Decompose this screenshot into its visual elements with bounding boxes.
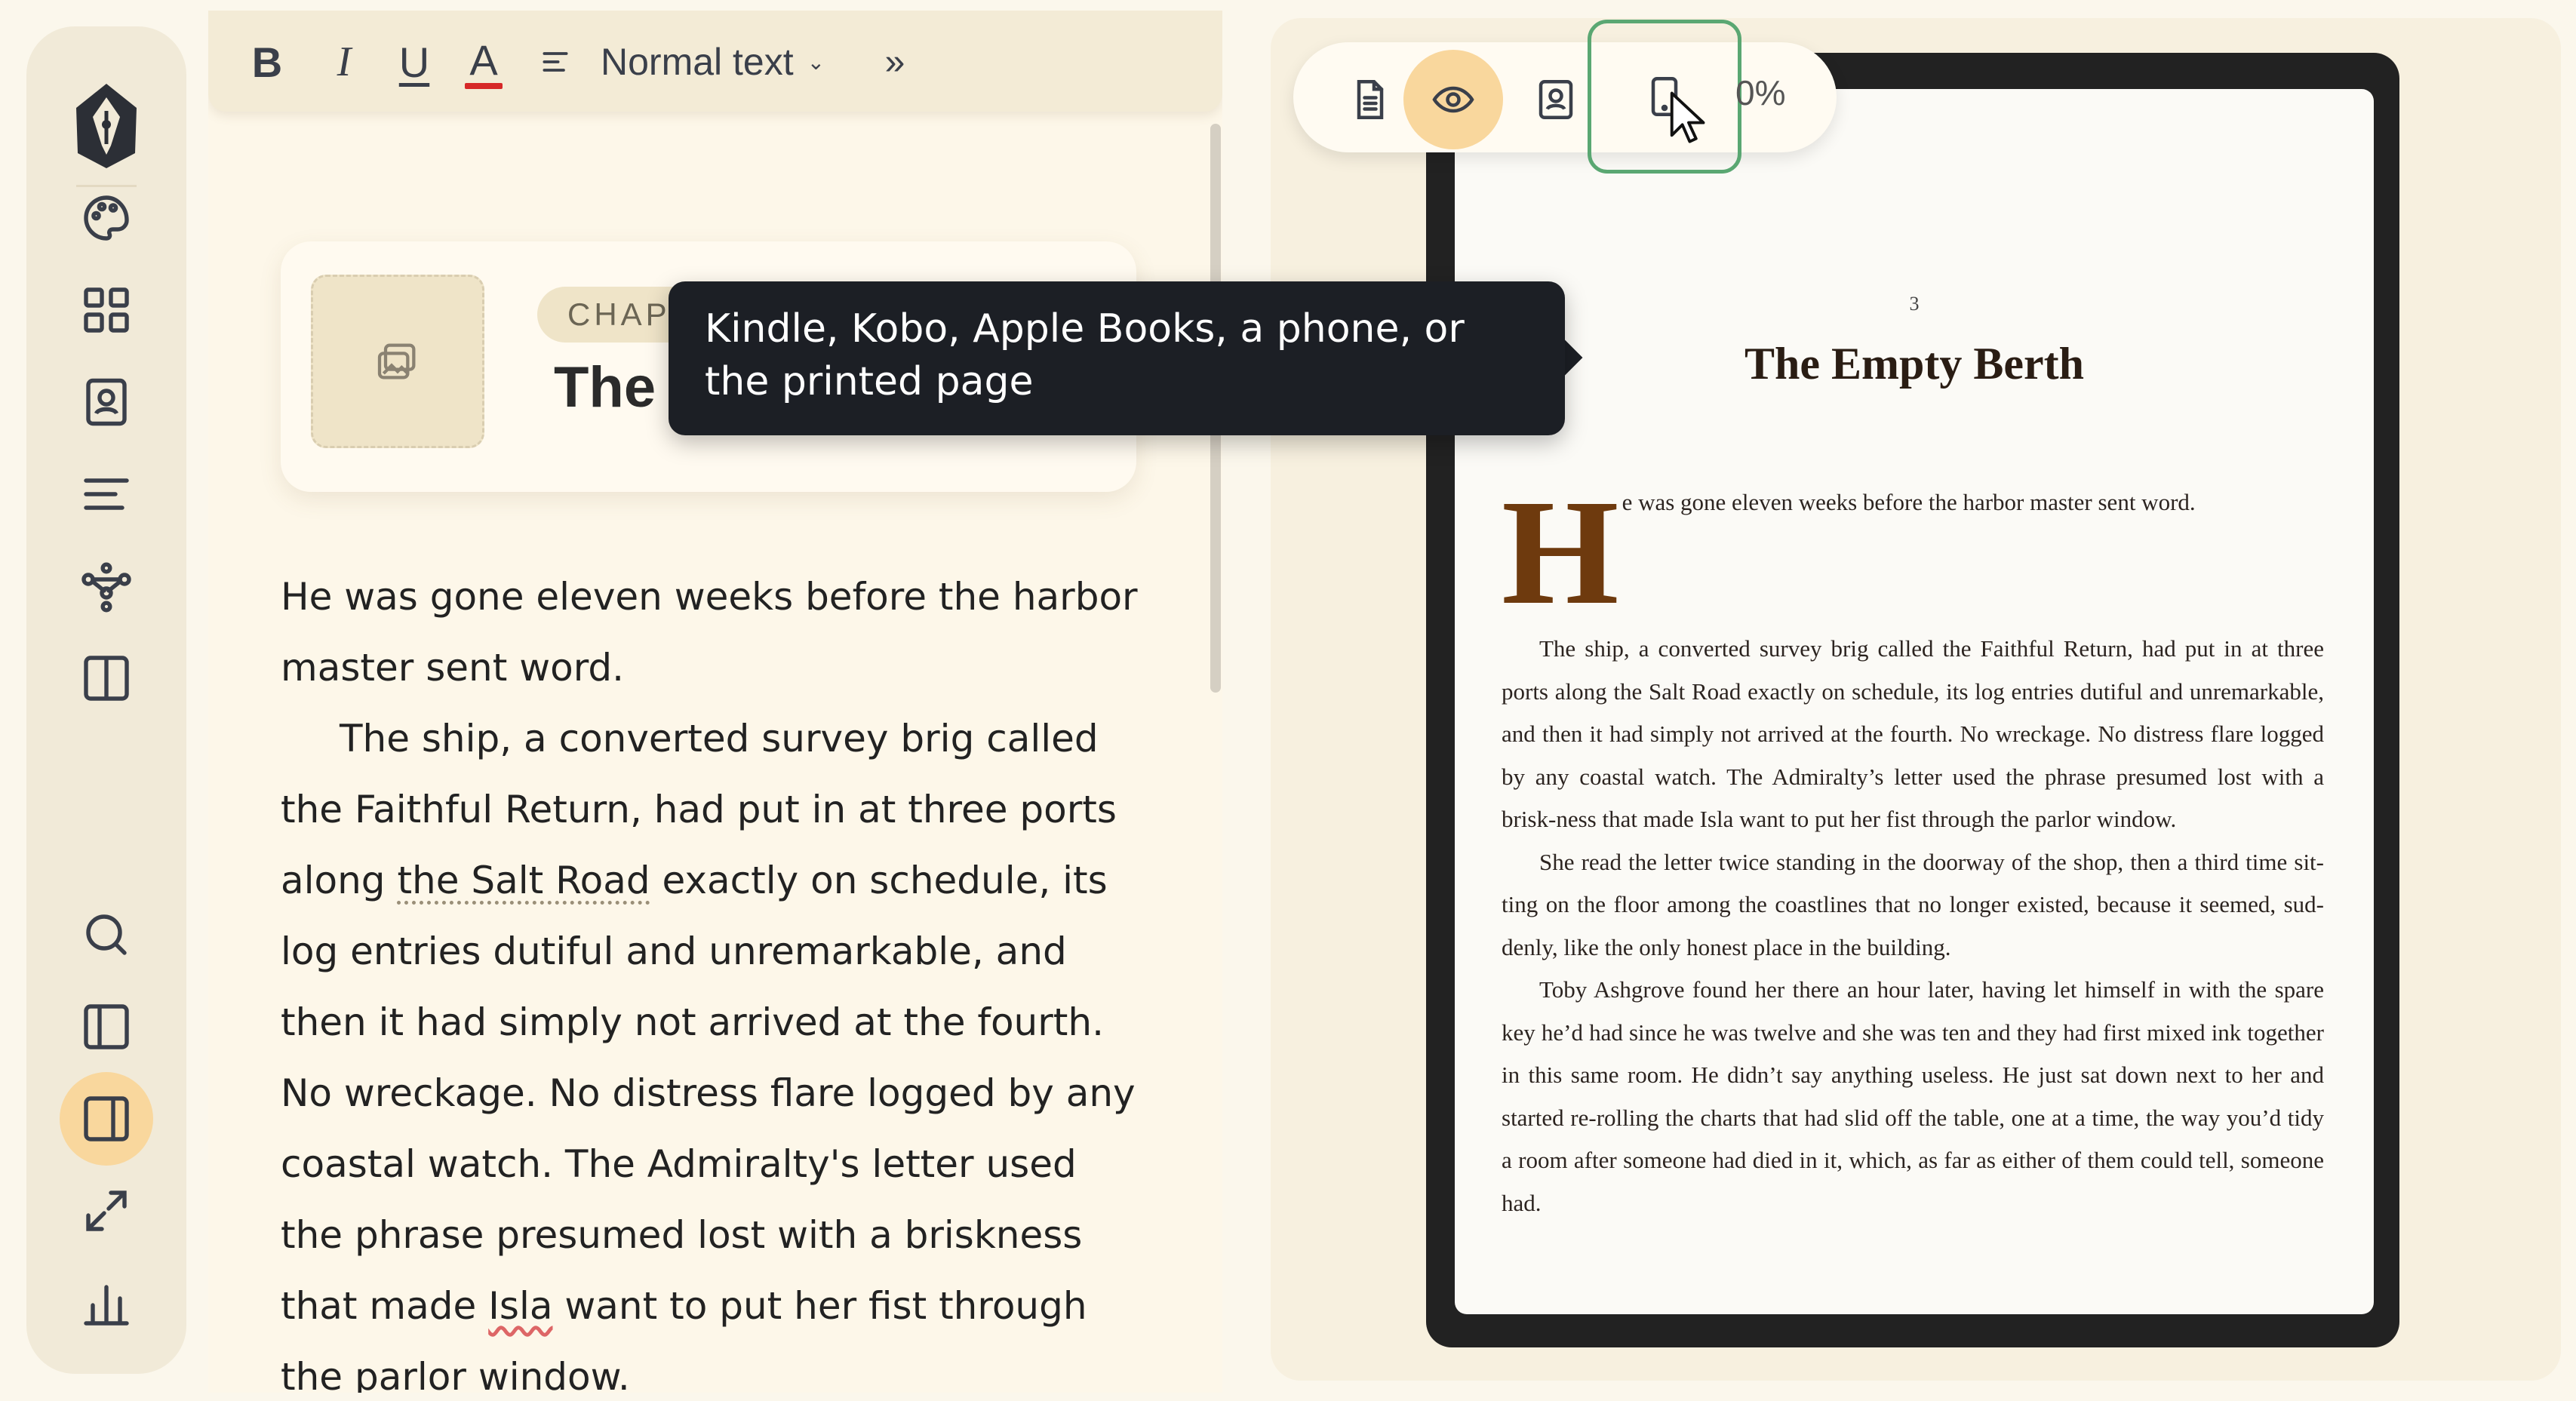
linked-location[interactable]: the Salt Road bbox=[397, 859, 650, 902]
document-icon bbox=[1357, 80, 1384, 119]
workflow-icon bbox=[81, 562, 131, 613]
outline-button[interactable] bbox=[60, 447, 153, 541]
drop-cap: H bbox=[1502, 469, 1619, 636]
editor-paragraph: He was gone eleven weeks before the harb… bbox=[281, 575, 1138, 690]
text-color-swatch bbox=[465, 82, 503, 89]
text-color-label: A bbox=[469, 35, 498, 84]
zoom-level: 0% bbox=[1735, 73, 1786, 112]
text-color-button[interactable]: A bbox=[457, 35, 510, 89]
search-button[interactable] bbox=[60, 888, 153, 982]
add-image-icon bbox=[377, 343, 416, 379]
split-view-button[interactable] bbox=[60, 1072, 153, 1166]
stats-icon bbox=[84, 1285, 129, 1326]
page-number: 3 bbox=[1909, 293, 1920, 315]
preview-chapter-title: The Empty Berth bbox=[1744, 339, 2084, 389]
preview-paragraph: He was gone eleven weeks before the harb… bbox=[1502, 478, 2324, 628]
icon-rail bbox=[26, 26, 186, 1374]
characters-button[interactable] bbox=[60, 355, 153, 449]
sidebar-icon bbox=[84, 1004, 129, 1049]
text-span: exactly on schedule, its log entries dut… bbox=[281, 859, 1136, 1328]
contact-book-icon bbox=[1539, 80, 1573, 119]
book-view-button[interactable] bbox=[60, 631, 153, 725]
palette-icon bbox=[84, 195, 129, 241]
preview-paragraph: Toby Ashgrove found her there an hour la… bbox=[1502, 976, 2324, 1216]
align-left-icon bbox=[543, 52, 568, 72]
editor-panel: B I U A Normal text ⌄ » CHAPTER The E bbox=[208, 11, 1222, 1393]
spellcheck-word[interactable]: Isla bbox=[488, 1284, 552, 1328]
mouse-cursor-icon bbox=[1670, 91, 1705, 143]
text-style-select[interactable]: Normal text ⌄ bbox=[601, 35, 850, 89]
ereader-tooltip: Kindle, Kobo, Apple Books, a phone, or t… bbox=[669, 281, 1565, 435]
format-toolbar: B I U A Normal text ⌄ » bbox=[208, 11, 1222, 112]
bold-button[interactable]: B bbox=[244, 35, 290, 89]
editor-body[interactable]: He was gone eleven weeks before the harb… bbox=[281, 561, 1141, 1393]
contact-book-icon bbox=[86, 378, 127, 426]
italic-button[interactable]: I bbox=[321, 35, 367, 89]
double-chevron-right-icon: » bbox=[884, 41, 905, 82]
editor-paragraph: The ship, a converted survey brig called… bbox=[281, 703, 1141, 1393]
plot-button[interactable] bbox=[60, 539, 153, 633]
grid-icon bbox=[84, 287, 129, 333]
pen-nib-logo-icon bbox=[76, 84, 137, 168]
chapter-image-placeholder[interactable] bbox=[311, 275, 484, 448]
palette-button[interactable] bbox=[60, 171, 153, 265]
more-tools-button[interactable]: » bbox=[872, 35, 918, 89]
underline-button[interactable]: U bbox=[388, 35, 441, 89]
preview-paragraph: The ship, a converted survey brig called… bbox=[1502, 635, 2324, 832]
ereader-page: 3 The Empty Berth He was gone eleven wee… bbox=[1455, 89, 2374, 1314]
text-style-value: Normal text bbox=[601, 41, 794, 83]
ereader-mode-button[interactable] bbox=[1588, 20, 1741, 174]
preview-body: He was gone eleven weeks before the harb… bbox=[1502, 478, 2324, 1224]
chevron-down-icon: ⌄ bbox=[807, 50, 825, 74]
search-icon bbox=[86, 914, 127, 955]
eye-icon bbox=[1432, 86, 1474, 113]
preview-text-span: e was gone eleven weeks before the harbo… bbox=[1622, 489, 2196, 515]
sidebar-toggle-button[interactable] bbox=[60, 980, 153, 1074]
preview-paragraph: She read the letter twice standing in th… bbox=[1502, 848, 2324, 960]
split-view-icon bbox=[84, 1096, 129, 1141]
columns-icon bbox=[84, 656, 129, 701]
preview-mode-button[interactable] bbox=[1403, 50, 1503, 149]
align-button[interactable] bbox=[533, 35, 578, 89]
stats-button[interactable] bbox=[60, 1256, 153, 1350]
expand-icon bbox=[86, 1191, 127, 1231]
grid-button[interactable] bbox=[60, 263, 153, 357]
lines-icon bbox=[84, 478, 129, 510]
fullscreen-button[interactable] bbox=[60, 1164, 153, 1258]
